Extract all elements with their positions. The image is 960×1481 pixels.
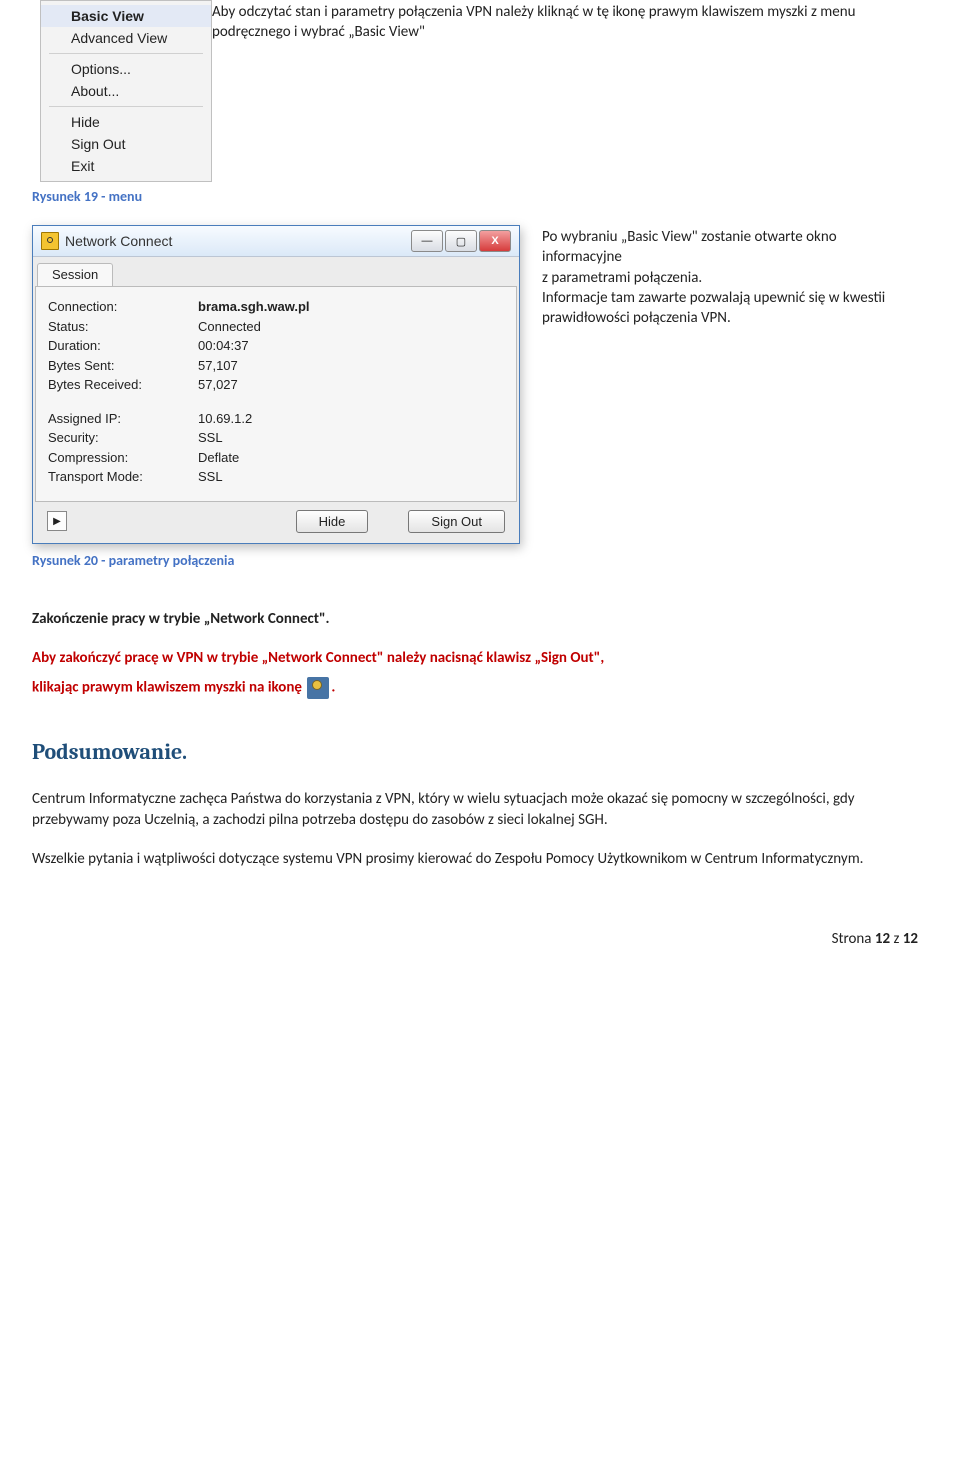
window-title: Network Connect: [65, 233, 405, 249]
label-transport-mode: Transport Mode:: [48, 467, 198, 487]
value-bytes-received: 57,027: [198, 375, 238, 395]
menu-separator: [49, 53, 203, 54]
lock-icon: [41, 232, 59, 250]
value-assigned-ip: 10.69.1.2: [198, 409, 252, 429]
context-menu: Basic View Advanced View Options... Abou…: [40, 0, 212, 182]
figure-caption-20: Rysunek 20 - parametry połączenia: [32, 552, 928, 569]
footer-label-a: Strona: [832, 930, 875, 948]
menu-item-hide[interactable]: Hide: [41, 111, 211, 133]
hide-button[interactable]: Hide: [296, 510, 369, 533]
expand-button[interactable]: ▶: [47, 511, 67, 531]
label-security: Security:: [48, 428, 198, 448]
menu-item-options[interactable]: Options...: [41, 58, 211, 80]
tab-session[interactable]: Session: [37, 263, 113, 286]
footer-page-total: 12: [903, 930, 918, 948]
label-assigned-ip: Assigned IP:: [48, 409, 198, 429]
menu-separator: [49, 106, 203, 107]
side-line-1: Po wybraniu „Basic View" zostanie otwart…: [542, 227, 892, 268]
menu-item-advanced-view[interactable]: Advanced View: [41, 27, 211, 49]
label-compression: Compression:: [48, 448, 198, 468]
window-close-button[interactable]: X: [479, 230, 511, 252]
value-connection: brama.sgh.waw.pl: [198, 297, 310, 317]
value-security: SSL: [198, 428, 223, 448]
window-minimize-button[interactable]: —: [411, 230, 443, 252]
value-status: Connected: [198, 317, 261, 337]
side-line-3: Informacje tam zawarte pozwalają upewnić…: [542, 288, 892, 329]
session-panel: Connection:brama.sgh.waw.pl Status:Conne…: [35, 286, 517, 502]
value-transport-mode: SSL: [198, 467, 223, 487]
summary-paragraph-1: Centrum Informatyczne zachęca Państwa do…: [32, 789, 928, 831]
value-bytes-sent: 57,107: [198, 356, 238, 376]
value-duration: 00:04:37: [198, 336, 249, 356]
summary-paragraph-2: Wszelkie pytania i wątpliwości dotyczące…: [32, 849, 928, 870]
menu-item-exit[interactable]: Exit: [41, 155, 211, 177]
ending-heading: Zakończenie pracy w trybie „Network Conn…: [32, 609, 928, 630]
menu-item-about[interactable]: About...: [41, 80, 211, 102]
window-titlebar: Network Connect — ▢ X: [33, 226, 519, 257]
page-footer: Strona 12 z 12: [32, 930, 928, 948]
label-bytes-sent: Bytes Sent:: [48, 356, 198, 376]
red-instruction-line-2: klikając prawym klawiszem myszki na ikon…: [32, 677, 928, 699]
label-connection: Connection:: [48, 297, 198, 317]
network-connect-window: Network Connect — ▢ X Session Connection…: [32, 225, 520, 544]
red-instruction-end: .: [331, 678, 335, 696]
red-instruction-text: klikając prawym klawiszem myszki na ikon…: [32, 678, 305, 696]
red-instruction-line-1: Aby zakończyć pracę w VPN w trybie „Netw…: [32, 648, 928, 669]
window-maximize-button[interactable]: ▢: [445, 230, 477, 252]
footer-page-current: 12: [875, 930, 890, 948]
summary-heading: Podsumowanie.: [32, 739, 928, 765]
menu-item-sign-out[interactable]: Sign Out: [41, 133, 211, 155]
menu-item-basic-view[interactable]: Basic View: [41, 5, 211, 27]
label-status: Status:: [48, 317, 198, 337]
footer-label-c: z: [890, 930, 903, 948]
label-duration: Duration:: [48, 336, 198, 356]
tray-lock-icon: [307, 677, 329, 699]
figure-caption-19: Rysunek 19 - menu: [32, 188, 928, 205]
intro-paragraph: Aby odczytać stan i parametry połączenia…: [212, 2, 928, 182]
label-bytes-received: Bytes Received:: [48, 375, 198, 395]
side-description: Po wybraniu „Basic View" zostanie otwart…: [542, 225, 892, 544]
value-compression: Deflate: [198, 448, 239, 468]
sign-out-button[interactable]: Sign Out: [408, 510, 505, 533]
side-line-2: z parametrami połączenia.: [542, 268, 892, 288]
